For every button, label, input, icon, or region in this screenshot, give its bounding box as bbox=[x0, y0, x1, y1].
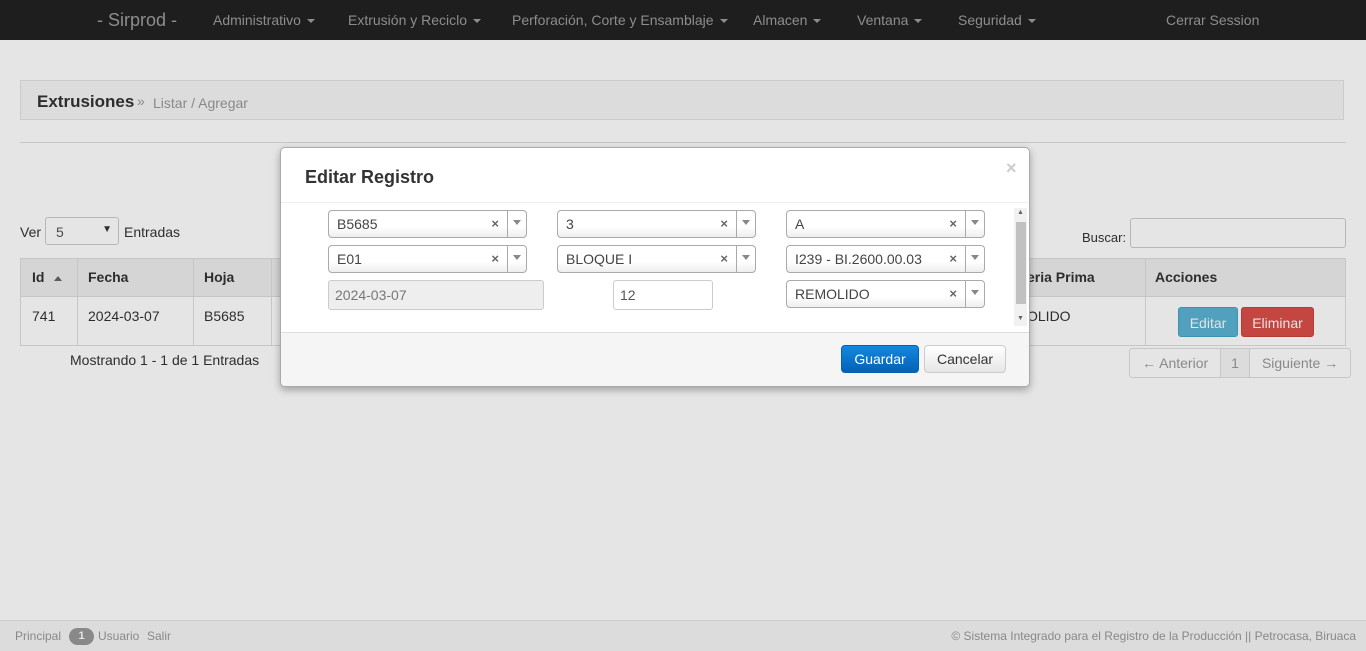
modal-footer: Guardar Cancelar bbox=[281, 332, 1029, 386]
dropdown-arrow-icon[interactable] bbox=[965, 281, 984, 307]
clear-icon[interactable]: × bbox=[949, 251, 957, 266]
hoja-select[interactable]: B5685 × bbox=[328, 210, 527, 238]
edit-record-modal: × Editar Registro B5685 × 3 × A × E01 × … bbox=[280, 147, 1030, 387]
dropdown-arrow-icon[interactable] bbox=[507, 246, 526, 272]
clear-icon[interactable]: × bbox=[491, 251, 499, 266]
save-button[interactable]: Guardar bbox=[841, 345, 919, 373]
close-icon[interactable]: × bbox=[1006, 158, 1017, 179]
clear-icon[interactable]: × bbox=[949, 286, 957, 301]
scroll-up-icon[interactable]: ▲ bbox=[1017, 209, 1024, 216]
clear-icon[interactable]: × bbox=[491, 216, 499, 231]
clear-icon[interactable]: × bbox=[720, 251, 728, 266]
materia-prima-select[interactable]: REMOLIDO × bbox=[786, 280, 985, 308]
modal-scrollbar[interactable]: ▲ ▼ bbox=[1014, 208, 1027, 326]
scroll-down-icon[interactable]: ▼ bbox=[1017, 315, 1024, 322]
clear-icon[interactable]: × bbox=[720, 216, 728, 231]
dropdown-arrow-icon[interactable] bbox=[507, 211, 526, 237]
clear-icon[interactable]: × bbox=[949, 216, 957, 231]
modal-title: Editar Registro bbox=[305, 167, 435, 187]
dropdown-arrow-icon[interactable] bbox=[736, 246, 755, 272]
turno-select[interactable]: 3 × bbox=[557, 210, 756, 238]
bloque-select[interactable]: BLOQUE I × bbox=[557, 245, 756, 273]
dropdown-arrow-icon[interactable] bbox=[965, 211, 984, 237]
dropdown-arrow-icon[interactable] bbox=[965, 246, 984, 272]
scrollbar-thumb[interactable] bbox=[1016, 222, 1026, 304]
cancel-button[interactable]: Cancelar bbox=[924, 345, 1006, 373]
modal-header-divider bbox=[281, 202, 1029, 203]
maquina-select[interactable]: E01 × bbox=[328, 245, 527, 273]
cantidad-input[interactable]: 12 bbox=[613, 280, 713, 310]
fecha-input: 2024-03-07 bbox=[328, 280, 544, 310]
modal-body: B5685 × 3 × A × E01 × BLOQUE I × I239 - … bbox=[286, 204, 1028, 332]
producto-select[interactable]: I239 - BI.2600.00.03 × bbox=[786, 245, 985, 273]
grupo-select[interactable]: A × bbox=[786, 210, 985, 238]
dropdown-arrow-icon[interactable] bbox=[736, 211, 755, 237]
